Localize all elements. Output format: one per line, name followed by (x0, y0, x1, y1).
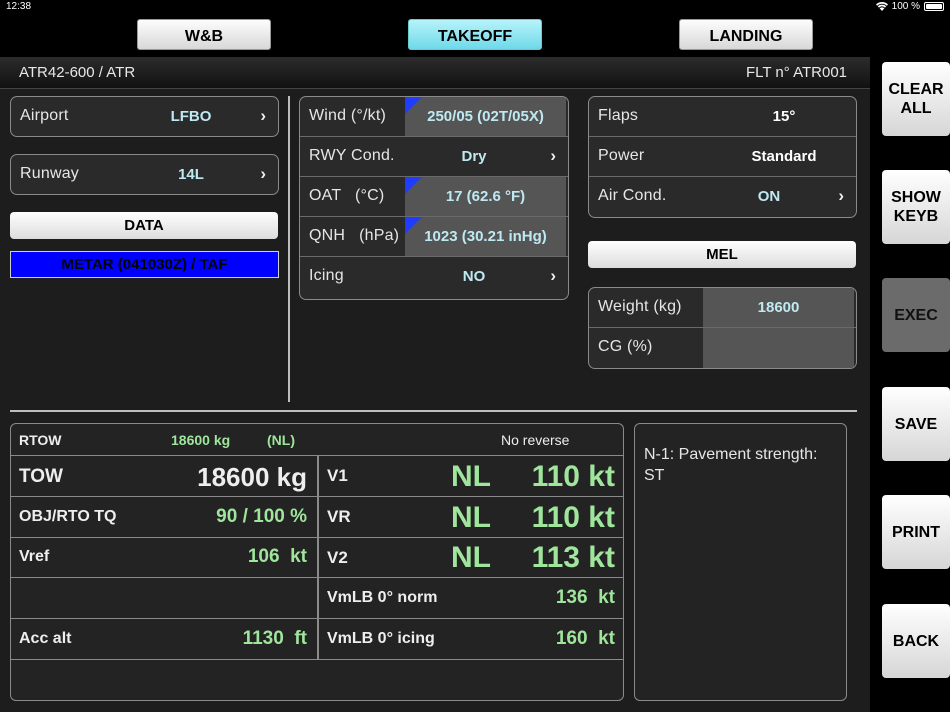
rwy-cond-label: RWY Cond. (309, 147, 395, 164)
weight-input[interactable]: 18600 (703, 288, 854, 327)
icing-label: Icing (309, 267, 344, 284)
qnh-value: 1023 (30.21 inHg) (424, 228, 547, 245)
reverse-status: No reverse (501, 432, 570, 448)
vr-nl: NL (451, 501, 491, 534)
rwy-cond-value: Dry (461, 148, 487, 165)
vmlb-norm-label: VmLB 0° norm (327, 589, 438, 606)
column-divider (317, 455, 319, 659)
qnh-input[interactable]: 1023 (30.21 inHg) (405, 217, 566, 256)
wind-row[interactable]: Wind (°/kt) 250/05 (02T/05X) (300, 97, 568, 137)
vref-label: Vref (19, 548, 50, 565)
wifi-icon (875, 2, 888, 11)
vmlb-icing-label: VmLB 0° icing (327, 630, 435, 647)
rtow-value: 18600 kg (171, 432, 231, 448)
power-value: Standard (751, 148, 817, 165)
flight-number: FLT n° ATR001 (745, 64, 847, 81)
power-label: Power (598, 147, 645, 164)
flaps-value: 15° (772, 108, 796, 125)
rtow-label: RTOW (19, 432, 62, 448)
status-time: 12:38 (6, 1, 32, 12)
tow-value: 18600 kg (197, 462, 307, 492)
wind-value: 250/05 (02T/05X) (427, 108, 544, 125)
chevron-right-icon: › (838, 186, 844, 205)
chevron-right-icon: › (550, 266, 556, 285)
tab-landing[interactable]: LANDING (679, 19, 813, 50)
acc-alt-label: Acc alt (19, 630, 72, 647)
vmlb-icing-value: 160 kt (555, 628, 615, 649)
runway-value: 14L (178, 166, 204, 183)
vref-value: 106 kt (247, 546, 307, 567)
airport-label: Airport (20, 107, 69, 124)
v1-label: V1 (327, 466, 348, 485)
tab-wb[interactable]: W&B (137, 19, 271, 50)
back-button[interactable]: BACK (882, 604, 950, 678)
icing-row[interactable]: Icing NO › (300, 257, 568, 297)
v1-value: 110 kt (531, 460, 615, 493)
runway-label: Runway (20, 165, 80, 182)
air-cond-row[interactable]: Air Cond. ON › (589, 177, 856, 217)
qnh-label: QNH (hPa) (309, 227, 400, 244)
rwy-cond-row[interactable]: RWY Cond. Dry › (300, 137, 568, 177)
rtow-limit: (NL) (267, 432, 295, 448)
row-divider (11, 659, 623, 660)
status-indicators: 100 % (875, 1, 944, 12)
wind-input[interactable]: 250/05 (02T/05X) (405, 97, 566, 136)
runway-field[interactable]: Runway 14L › (10, 154, 279, 195)
flaps-row[interactable]: Flaps 15° (589, 97, 856, 137)
vr-label: VR (327, 507, 351, 526)
save-button[interactable]: SAVE (882, 387, 950, 461)
metar-taf-button[interactable]: METAR (041030Z) / TAF (10, 251, 279, 278)
weight-cg-group: Weight (kg) 18600 CG (%) (588, 287, 857, 369)
oat-label: OAT (°C) (309, 187, 385, 204)
chevron-right-icon: › (550, 146, 556, 165)
flaps-label: Flaps (598, 107, 639, 124)
notes-panel: N-1: Pavement strength: ST (634, 423, 847, 701)
mel-button[interactable]: MEL (588, 241, 856, 268)
battery-icon (924, 2, 944, 11)
results-table: RTOW 18600 kg (NL) No reverse TOW 18600 … (10, 423, 624, 701)
conditions-group: Wind (°/kt) 250/05 (02T/05X) RWY Cond. D… (299, 96, 569, 300)
cg-label: CG (%) (598, 338, 653, 355)
print-button[interactable]: PRINT (882, 495, 950, 569)
air-cond-label: Air Cond. (598, 187, 667, 204)
airport-field[interactable]: Airport LFBO › (10, 96, 279, 137)
wind-label: Wind (°/kt) (309, 107, 387, 124)
v2-nl: NL (451, 541, 491, 574)
vmlb-norm-value: 136 kt (555, 587, 615, 608)
cg-input[interactable] (703, 328, 854, 368)
v2-label: V2 (327, 548, 348, 567)
airport-value: LFBO (170, 108, 212, 125)
vr-value: 110 kt (531, 501, 615, 534)
tq-value: 90 / 100 % (216, 506, 307, 527)
v2-value: 113 kt (531, 541, 615, 574)
qnh-row[interactable]: QNH (hPa) 1023 (30.21 inHg) (300, 217, 568, 257)
acc-alt-value: 1130 ft (242, 628, 307, 649)
weight-value: 18600 (757, 299, 800, 316)
vertical-divider (288, 96, 290, 402)
clear-all-button[interactable]: CLEAR ALL (882, 62, 950, 136)
exec-button[interactable]: EXEC (882, 278, 950, 352)
cg-row[interactable]: CG (%) (589, 328, 856, 368)
tab-takeoff[interactable]: TAKEOFF (408, 19, 542, 50)
show-keyboard-button[interactable]: SHOW KEYB (882, 170, 950, 244)
air-cond-value: ON (757, 188, 781, 205)
chevron-right-icon: › (260, 164, 266, 183)
chevron-right-icon: › (260, 106, 266, 125)
tq-label: OBJ/RTO TQ (19, 508, 117, 525)
weight-row[interactable]: Weight (kg) 18600 (589, 288, 856, 328)
aircraft-title: ATR42-600 / ATR (19, 64, 136, 81)
horizontal-divider (10, 410, 857, 412)
power-row[interactable]: Power Standard (589, 137, 856, 177)
icing-value: NO (462, 268, 486, 285)
oat-value: 17 (62.6 °F) (445, 188, 526, 205)
oat-input[interactable]: 17 (62.6 °F) (405, 177, 566, 216)
config-group: Flaps 15° Power Standard Air Cond. ON › (588, 96, 857, 218)
weight-label: Weight (kg) (598, 298, 682, 315)
data-button[interactable]: DATA (10, 212, 278, 239)
battery-percent: 100 % (891, 1, 920, 12)
tow-label: TOW (19, 466, 63, 487)
v1-nl: NL (451, 460, 491, 493)
oat-row[interactable]: OAT (°C) 17 (62.6 °F) (300, 177, 568, 217)
